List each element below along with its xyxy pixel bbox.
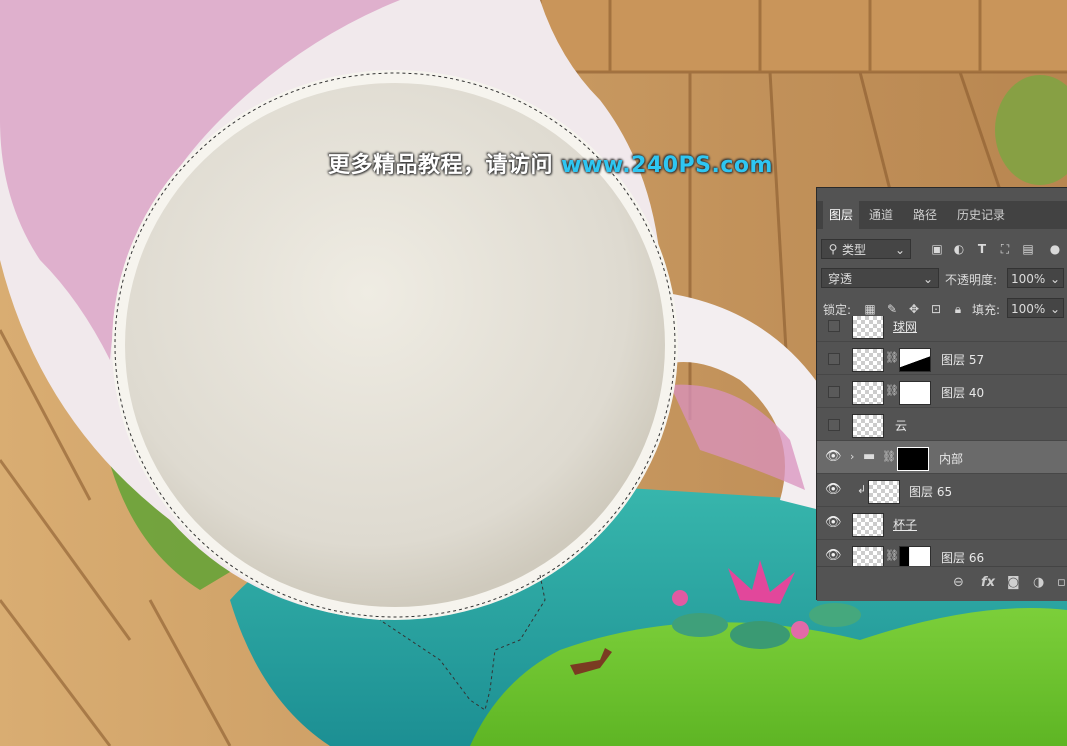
layer-name[interactable]: 图层 66 bbox=[941, 549, 984, 566]
chevron-right-icon[interactable]: › bbox=[850, 450, 854, 463]
layer-row[interactable]: 👁︎ ↲ 图层 65 bbox=[817, 473, 1067, 507]
opacity-label: 不透明度: bbox=[945, 273, 998, 287]
layer-row[interactable]: ⛓ 图层 57 bbox=[817, 341, 1067, 375]
panel-bottom-bar: ⊖ fx ◙ ◑ ▫ bbox=[817, 566, 1067, 601]
layer-name[interactable]: 内部 bbox=[939, 450, 963, 467]
shape-filter-icon[interactable]: ⛶ bbox=[997, 241, 1013, 257]
visibility-toggle[interactable] bbox=[828, 386, 840, 398]
layer-name[interactable]: 图层 40 bbox=[941, 384, 984, 401]
layer-name[interactable]: 图层 65 bbox=[909, 483, 952, 500]
link-icon: ⛓ bbox=[885, 351, 899, 364]
eye-icon[interactable]: 👁︎ bbox=[825, 548, 842, 563]
panel-tabs: 图层 通道 路径 历史记录 bbox=[817, 201, 1067, 229]
image-filter-icon[interactable]: ▣ bbox=[929, 241, 945, 257]
layer-name[interactable]: 云 bbox=[895, 417, 907, 434]
link-layers-icon[interactable]: ⊖ bbox=[953, 575, 964, 590]
layer-row[interactable]: 球网 bbox=[817, 316, 1067, 342]
layer-thumbnail bbox=[852, 316, 884, 339]
clipping-arrow-icon: ↲ bbox=[857, 483, 867, 496]
layers-list: 球网 ⛓ 图层 57 ⛓ 图层 40 云 👁︎ › ▬ ⛓ 内部 👁︎ ↲ 图层… bbox=[817, 316, 1067, 566]
new-layer-icon[interactable]: ▫ bbox=[1057, 575, 1066, 590]
lock-position-icon[interactable]: ✥ bbox=[906, 301, 922, 317]
fill-input[interactable]: 100% ⌄ bbox=[1007, 298, 1064, 318]
lock-artboard-icon[interactable]: ⊡ bbox=[928, 301, 944, 317]
layer-thumbnail bbox=[852, 513, 884, 537]
watermark-prefix: 更多精品教程，请访问 bbox=[328, 153, 562, 178]
chevron-down-icon: ⌄ bbox=[894, 243, 905, 257]
tab-layers[interactable]: 图层 bbox=[823, 201, 859, 229]
adjustment-filter-icon[interactable]: ◐ bbox=[951, 241, 967, 257]
layer-row-selected[interactable]: 👁︎ › ▬ ⛓ 内部 bbox=[817, 440, 1067, 474]
lock-all-icon[interactable]: 🔒︎ bbox=[950, 301, 966, 317]
layer-row[interactable]: ⛓ 图层 40 bbox=[817, 374, 1067, 408]
link-icon: ⛓ bbox=[885, 384, 899, 397]
blend-mode-select[interactable]: 穿透 ⌄ bbox=[821, 268, 939, 288]
layer-thumbnail bbox=[852, 348, 884, 372]
filter-kind-label: 类型 bbox=[842, 243, 867, 257]
eye-icon[interactable]: 👁︎ bbox=[825, 515, 842, 530]
visibility-toggle[interactable] bbox=[828, 353, 840, 365]
watermark-url: www.240PS.com bbox=[561, 153, 773, 178]
adjustment-layer-icon[interactable]: ◑ bbox=[1033, 575, 1044, 590]
smart-object-filter-icon[interactable]: ▤ bbox=[1020, 241, 1036, 257]
layers-panel: 图层 通道 路径 历史记录 类型 ⌄ ⚲ ▣ ◐ T ⛶ ▤ ● 穿透 ⌄ 不透… bbox=[816, 187, 1067, 601]
layer-row[interactable]: 云 bbox=[817, 407, 1067, 441]
link-icon: ⛓ bbox=[885, 549, 899, 562]
type-filter-icon[interactable]: T bbox=[974, 241, 990, 257]
eye-icon[interactable]: 👁︎ bbox=[825, 482, 842, 497]
layer-thumbnail bbox=[852, 414, 884, 438]
tab-paths[interactable]: 路径 bbox=[913, 201, 937, 229]
eye-icon[interactable]: 👁︎ bbox=[825, 449, 842, 464]
layer-row[interactable]: 👁︎ 杯子 bbox=[817, 506, 1067, 540]
filter-row: 类型 ⌄ ⚲ ▣ ◐ T ⛶ ▤ ● bbox=[821, 237, 1067, 261]
mask-thumbnail[interactable] bbox=[899, 546, 931, 566]
blend-mode-value: 穿透 bbox=[828, 272, 853, 286]
mask-thumbnail[interactable] bbox=[897, 447, 929, 471]
visibility-toggle[interactable] bbox=[828, 320, 840, 332]
lock-brush-icon[interactable]: ✎ bbox=[884, 301, 900, 317]
fx-icon[interactable]: fx bbox=[981, 575, 995, 590]
opacity-input[interactable]: 100% ⌄ bbox=[1007, 268, 1064, 288]
layer-name[interactable]: 杯子 bbox=[893, 516, 917, 533]
tab-channels[interactable]: 通道 bbox=[869, 201, 893, 229]
mask-thumbnail[interactable] bbox=[899, 348, 931, 372]
search-icon: ⚲ bbox=[828, 242, 838, 256]
visibility-toggle[interactable] bbox=[828, 419, 840, 431]
lock-pixels-icon[interactable]: ▦ bbox=[862, 301, 878, 317]
filter-toggle-icon[interactable]: ● bbox=[1047, 241, 1063, 257]
chevron-down-icon: ⌄ bbox=[1049, 272, 1060, 286]
fill-value: 100% bbox=[1011, 302, 1046, 316]
layer-name[interactable]: 图层 57 bbox=[941, 351, 984, 368]
layer-thumbnail bbox=[852, 546, 884, 566]
opacity-value: 100% bbox=[1011, 272, 1046, 286]
layer-thumbnail bbox=[852, 381, 884, 405]
tab-history[interactable]: 历史记录 bbox=[957, 201, 1005, 229]
folder-icon: ▬ bbox=[863, 449, 876, 464]
mask-thumbnail[interactable] bbox=[899, 381, 931, 405]
layer-name[interactable]: 球网 bbox=[893, 318, 917, 335]
layer-row[interactable]: 👁︎ ⛓ 图层 66 bbox=[817, 539, 1067, 566]
link-icon: ⛓ bbox=[882, 450, 896, 463]
watermark-text: 更多精品教程，请访问 www.240PS.com bbox=[328, 147, 773, 179]
layer-thumbnail bbox=[868, 480, 900, 504]
chevron-down-icon: ⌄ bbox=[922, 272, 933, 286]
mask-icon[interactable]: ◙ bbox=[1007, 575, 1020, 590]
